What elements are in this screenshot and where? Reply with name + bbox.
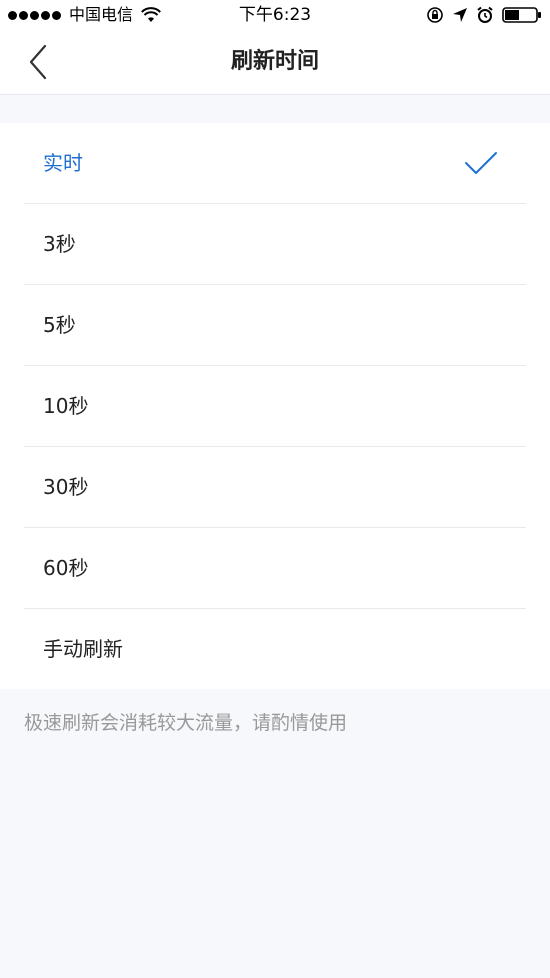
status-right xyxy=(418,5,542,25)
orientation-lock-icon xyxy=(427,7,443,23)
option-realtime[interactable]: 实时 xyxy=(24,123,526,204)
option-label: 5秒 xyxy=(43,313,76,337)
option-label: 30秒 xyxy=(43,475,89,499)
option-10s[interactable]: 10秒 xyxy=(24,366,526,447)
status-bar: 中国电信 下午6:23 xyxy=(0,0,550,30)
page-title: 刷新时间 xyxy=(230,49,319,74)
refresh-options-list: 实时 3秒 5秒 10秒 30秒 60秒 手动刷新 xyxy=(0,123,550,689)
navigation-bar: 刷新时间 xyxy=(0,30,550,95)
option-label: 10秒 xyxy=(43,394,89,418)
option-label: 60秒 xyxy=(43,556,89,580)
option-label: 手动刷新 xyxy=(43,637,123,661)
checkmark-icon xyxy=(465,152,497,174)
option-30s[interactable]: 30秒 xyxy=(24,447,526,528)
option-label: 3秒 xyxy=(43,232,76,256)
option-label: 实时 xyxy=(43,151,83,175)
alarm-clock-icon xyxy=(477,6,493,23)
option-60s[interactable]: 60秒 xyxy=(24,528,526,609)
option-3s[interactable]: 3秒 xyxy=(24,204,526,285)
data-usage-note: 极速刷新会消耗较大流量，请酌情使用 xyxy=(24,712,348,734)
location-arrow-icon xyxy=(453,8,467,22)
option-5s[interactable]: 5秒 xyxy=(24,285,526,366)
option-manual-refresh[interactable]: 手动刷新 xyxy=(24,609,526,689)
battery-icon xyxy=(502,7,541,23)
